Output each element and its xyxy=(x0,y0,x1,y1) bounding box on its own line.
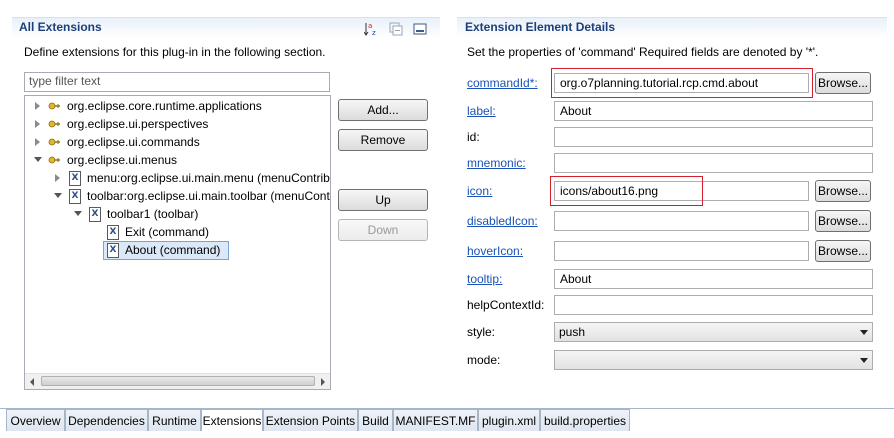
expand-arrow-icon[interactable] xyxy=(33,133,43,151)
chevron-down-icon[interactable] xyxy=(860,358,868,363)
id-input[interactable] xyxy=(555,128,872,146)
tree-item-label: org.eclipse.ui.commands xyxy=(67,135,200,149)
mode-label: mode: xyxy=(467,353,501,367)
tab-extensions[interactable]: Extensions xyxy=(201,409,263,431)
all-extensions-title: All Extensions xyxy=(19,20,102,34)
disabledicon-browse-button[interactable]: Browse... xyxy=(815,210,871,232)
helpcontextid-input[interactable] xyxy=(555,296,872,314)
tab-dependencies[interactable]: Dependencies xyxy=(65,409,148,431)
tab-build[interactable]: Build xyxy=(358,409,393,431)
expand-arrow-icon[interactable] xyxy=(33,115,43,133)
hovericon-input[interactable] xyxy=(555,242,808,260)
disabledicon-field[interactable] xyxy=(554,211,809,231)
mnemonic-input[interactable] xyxy=(555,154,872,172)
xml-element-icon: X xyxy=(107,243,119,258)
scroll-left-icon[interactable] xyxy=(30,378,34,386)
up-button[interactable]: Up xyxy=(338,189,428,211)
left-panel-description: Define extensions for this plug-in in th… xyxy=(24,45,326,59)
mode-dropdown[interactable] xyxy=(554,350,873,370)
label-input[interactable] xyxy=(555,102,872,120)
tooltip-label-link[interactable]: tooltip: xyxy=(467,272,502,286)
collapse-arrow-icon[interactable] xyxy=(53,187,63,205)
minimize-icon[interactable] xyxy=(412,21,428,37)
chevron-down-icon[interactable] xyxy=(860,330,868,335)
tree-item-selected[interactable]: X About (command) xyxy=(103,241,229,260)
plugin-icon xyxy=(48,120,60,128)
tab-plugin-xml[interactable]: plugin.xml xyxy=(478,409,540,431)
collapse-all-icon[interactable] xyxy=(388,21,404,37)
id-field[interactable] xyxy=(554,127,873,147)
tree-item-label: toolbar:org.eclipse.ui.main.toolbar (men… xyxy=(87,189,330,203)
style-label: style: xyxy=(467,325,496,339)
right-panel-description: Set the properties of 'command' Required… xyxy=(467,45,819,59)
tab-runtime[interactable]: Runtime xyxy=(148,409,201,431)
style-dropdown[interactable]: push xyxy=(554,322,873,342)
sort-alpha-icon[interactable]: a z xyxy=(364,21,380,37)
expand-arrow-icon[interactable] xyxy=(33,97,43,115)
tab-manifest[interactable]: MANIFEST.MF xyxy=(393,409,478,431)
extensions-tree[interactable]: org.eclipse.core.runtime.applications or… xyxy=(24,95,331,390)
icon-input[interactable] xyxy=(555,182,808,200)
down-button: Down xyxy=(338,219,428,241)
tree-item-label: org.eclipse.ui.perspectives xyxy=(67,117,209,131)
helpcontextid-field[interactable] xyxy=(554,295,873,315)
remove-button[interactable]: Remove xyxy=(338,129,428,151)
xml-element-icon: X xyxy=(107,225,119,240)
disabledicon-label-link[interactable]: disabledIcon: xyxy=(467,214,538,228)
tree-item-label: org.eclipse.ui.menus xyxy=(67,153,178,167)
plugin-icon xyxy=(48,102,60,110)
hovericon-label-link[interactable]: hoverIcon: xyxy=(467,244,523,258)
xml-element-icon: X xyxy=(89,207,101,222)
xml-element-icon: X xyxy=(69,171,81,186)
helpcontextid-label: helpContextId: xyxy=(467,298,545,312)
add-button[interactable]: Add... xyxy=(338,99,428,121)
commandid-input[interactable] xyxy=(555,74,808,92)
hovericon-field[interactable] xyxy=(554,241,809,261)
filter-input[interactable] xyxy=(25,73,329,89)
icon-label-link[interactable]: icon: xyxy=(467,184,492,198)
tree-item-label: toolbar1 (toolbar) xyxy=(107,207,199,221)
mnemonic-label-link[interactable]: mnemonic: xyxy=(467,156,526,170)
scroll-right-icon[interactable] xyxy=(321,378,325,386)
disabledicon-input[interactable] xyxy=(555,212,808,230)
tab-build-properties[interactable]: build.properties xyxy=(540,409,630,431)
tab-overview[interactable]: Overview xyxy=(6,409,65,431)
filter-field[interactable] xyxy=(24,72,330,92)
tooltip-field[interactable] xyxy=(554,269,873,289)
tooltip-input[interactable] xyxy=(555,270,872,288)
tree-item-label: Exit (command) xyxy=(125,225,210,239)
commandid-field[interactable] xyxy=(554,73,809,93)
tree-item-label: menu:org.eclipse.ui.main.menu (menuContr… xyxy=(87,171,330,185)
collapse-arrow-icon[interactable] xyxy=(33,151,43,169)
tab-extension-points[interactable]: Extension Points xyxy=(263,409,358,431)
svg-text:z: z xyxy=(372,29,376,37)
plugin-icon xyxy=(48,138,60,146)
mnemonic-field[interactable] xyxy=(554,153,873,173)
commandid-browse-button[interactable]: Browse... xyxy=(815,72,871,94)
tree-item-label: org.eclipse.core.runtime.applications xyxy=(67,99,262,113)
commandid-label-link[interactable]: commandId*: xyxy=(467,76,538,90)
style-selected-value: push xyxy=(559,325,586,339)
label-label-link[interactable]: label: xyxy=(467,104,496,118)
tree-item-label: About (command) xyxy=(125,243,221,257)
id-label: id: xyxy=(467,130,480,144)
element-details-title: Extension Element Details xyxy=(465,20,616,34)
plugin-icon xyxy=(48,156,60,164)
scrollbar-thumb[interactable] xyxy=(41,376,315,386)
tree-horizontal-scrollbar[interactable] xyxy=(25,373,330,389)
collapse-arrow-icon[interactable] xyxy=(73,205,83,223)
icon-field[interactable] xyxy=(554,181,809,201)
expand-arrow-icon[interactable] xyxy=(53,169,63,187)
xml-element-icon: X xyxy=(69,189,81,204)
label-field[interactable] xyxy=(554,101,873,121)
icon-browse-button[interactable]: Browse... xyxy=(815,180,871,202)
hovericon-browse-button[interactable]: Browse... xyxy=(815,240,871,262)
